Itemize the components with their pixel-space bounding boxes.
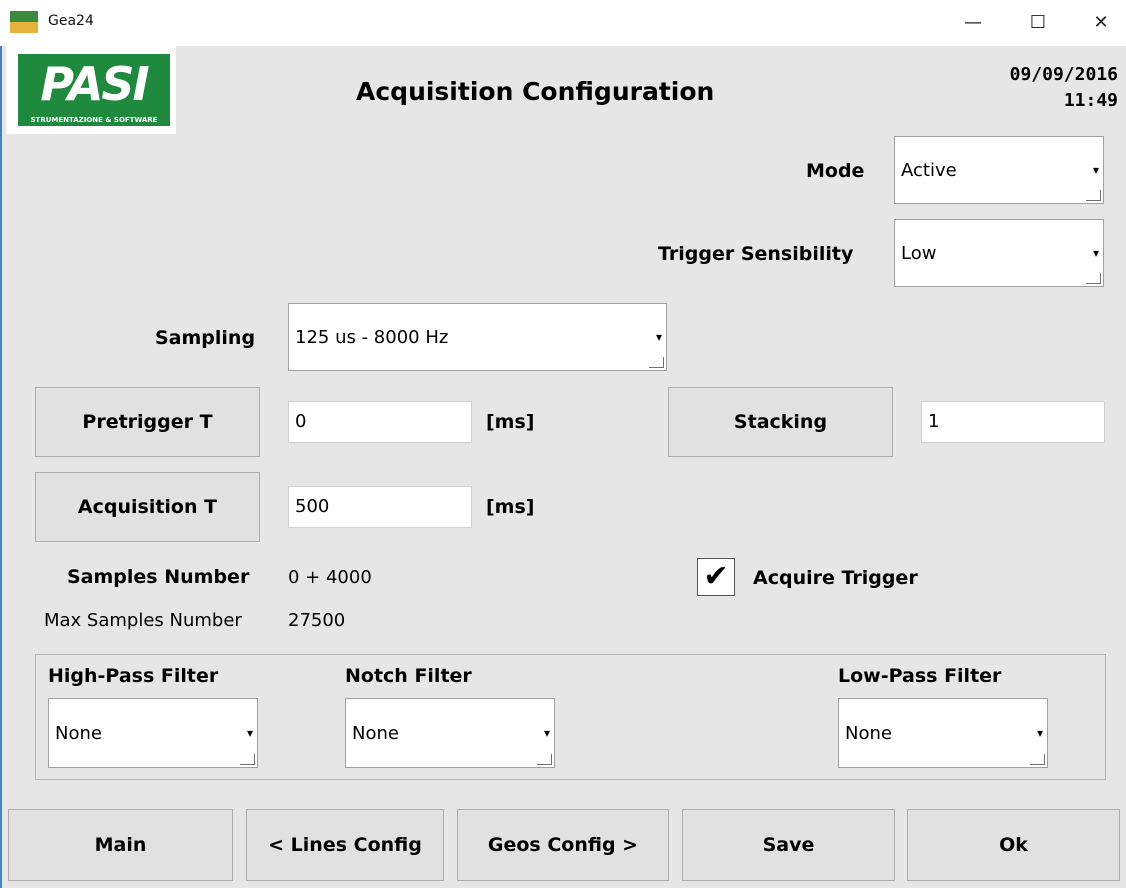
- chevron-down-icon: ▾: [246, 726, 253, 740]
- sampling-label: Sampling: [155, 327, 256, 349]
- dropdown-corner: [1086, 273, 1101, 284]
- dropdown-corner: [1030, 754, 1045, 765]
- geos-config-button[interactable]: Geos Config >: [457, 809, 669, 881]
- trigger-sensibility-label: Trigger Sensibility: [658, 243, 854, 265]
- low-pass-filter-select[interactable]: None ▾: [838, 698, 1048, 768]
- dropdown-corner: [537, 754, 552, 765]
- pasi-logo: PASI STRUMENTAZIONE & SOFTWARE: [6, 46, 176, 134]
- acquire-trigger-label: Acquire Trigger: [753, 567, 918, 589]
- trigger-sensibility-select[interactable]: Low ▾: [894, 219, 1104, 287]
- high-pass-filter-label: High-Pass Filter: [48, 665, 219, 687]
- chevron-down-icon: ▾: [1092, 246, 1099, 260]
- title-bar: Gea24 — ☐ ✕: [0, 0, 1126, 46]
- page-title: Acquisition Configuration: [356, 77, 715, 106]
- stacking-button[interactable]: Stacking: [668, 387, 893, 457]
- dropdown-corner: [240, 754, 255, 765]
- acquisition-unit: [ms]: [486, 496, 535, 518]
- chevron-down-icon: ▾: [655, 330, 662, 344]
- lines-config-button[interactable]: < Lines Config: [246, 809, 444, 881]
- stacking-input[interactable]: 1: [921, 401, 1105, 443]
- sampling-value: 125 us - 8000 Hz: [295, 327, 449, 348]
- logo-subtitle: STRUMENTAZIONE & SOFTWARE: [18, 114, 170, 126]
- window-title: Gea24: [48, 13, 94, 29]
- minimize-icon: —: [964, 12, 982, 33]
- app-icon: [10, 11, 38, 33]
- window-border: [0, 46, 2, 888]
- low-pass-filter-label: Low-Pass Filter: [838, 665, 1002, 687]
- max-samples-label: Max Samples Number: [44, 610, 242, 631]
- chevron-down-icon: ▾: [1092, 163, 1099, 177]
- pretrigger-button[interactable]: Pretrigger T: [35, 387, 260, 457]
- date-time: 09/09/2016 11:49: [1010, 62, 1118, 114]
- time-label: 11:49: [1063, 90, 1118, 111]
- logo-text: PASI: [18, 54, 170, 114]
- high-pass-filter-select[interactable]: None ▾: [48, 698, 258, 768]
- high-pass-filter-value: None: [55, 723, 102, 744]
- maximize-icon: ☐: [1029, 12, 1047, 33]
- maximize-button[interactable]: ☐: [1015, 8, 1061, 38]
- samples-number-label: Samples Number: [67, 566, 250, 588]
- close-icon: ✕: [1093, 12, 1109, 33]
- chevron-down-icon: ▾: [543, 726, 550, 740]
- mode-value: Active: [901, 160, 957, 181]
- date-label: 09/09/2016: [1009, 64, 1118, 85]
- pretrigger-input[interactable]: 0: [288, 401, 472, 443]
- notch-filter-value: None: [352, 723, 399, 744]
- notch-filter-label: Notch Filter: [345, 665, 472, 687]
- max-samples-value: 27500: [288, 610, 346, 631]
- mode-select[interactable]: Active ▾: [894, 136, 1104, 204]
- close-button[interactable]: ✕: [1078, 8, 1124, 38]
- mode-label: Mode: [806, 160, 865, 182]
- minimize-button[interactable]: —: [950, 8, 996, 38]
- notch-filter-select[interactable]: None ▾: [345, 698, 555, 768]
- acquisition-button[interactable]: Acquisition T: [35, 472, 260, 542]
- pretrigger-unit: [ms]: [486, 411, 535, 433]
- main-button[interactable]: Main: [8, 809, 233, 881]
- ok-button[interactable]: Ok: [907, 809, 1120, 881]
- sampling-select[interactable]: 125 us - 8000 Hz ▾: [288, 303, 667, 371]
- trigger-sensibility-value: Low: [901, 243, 937, 264]
- save-button[interactable]: Save: [682, 809, 895, 881]
- acquire-trigger-checkbox[interactable]: ✔: [697, 558, 735, 596]
- checkmark-icon: ✔: [703, 559, 729, 594]
- low-pass-filter-value: None: [845, 723, 892, 744]
- acquisition-input[interactable]: 500: [288, 486, 472, 528]
- chevron-down-icon: ▾: [1036, 726, 1043, 740]
- dropdown-corner: [649, 357, 664, 368]
- samples-number-value: 0 + 4000: [288, 567, 372, 588]
- dropdown-corner: [1086, 190, 1101, 201]
